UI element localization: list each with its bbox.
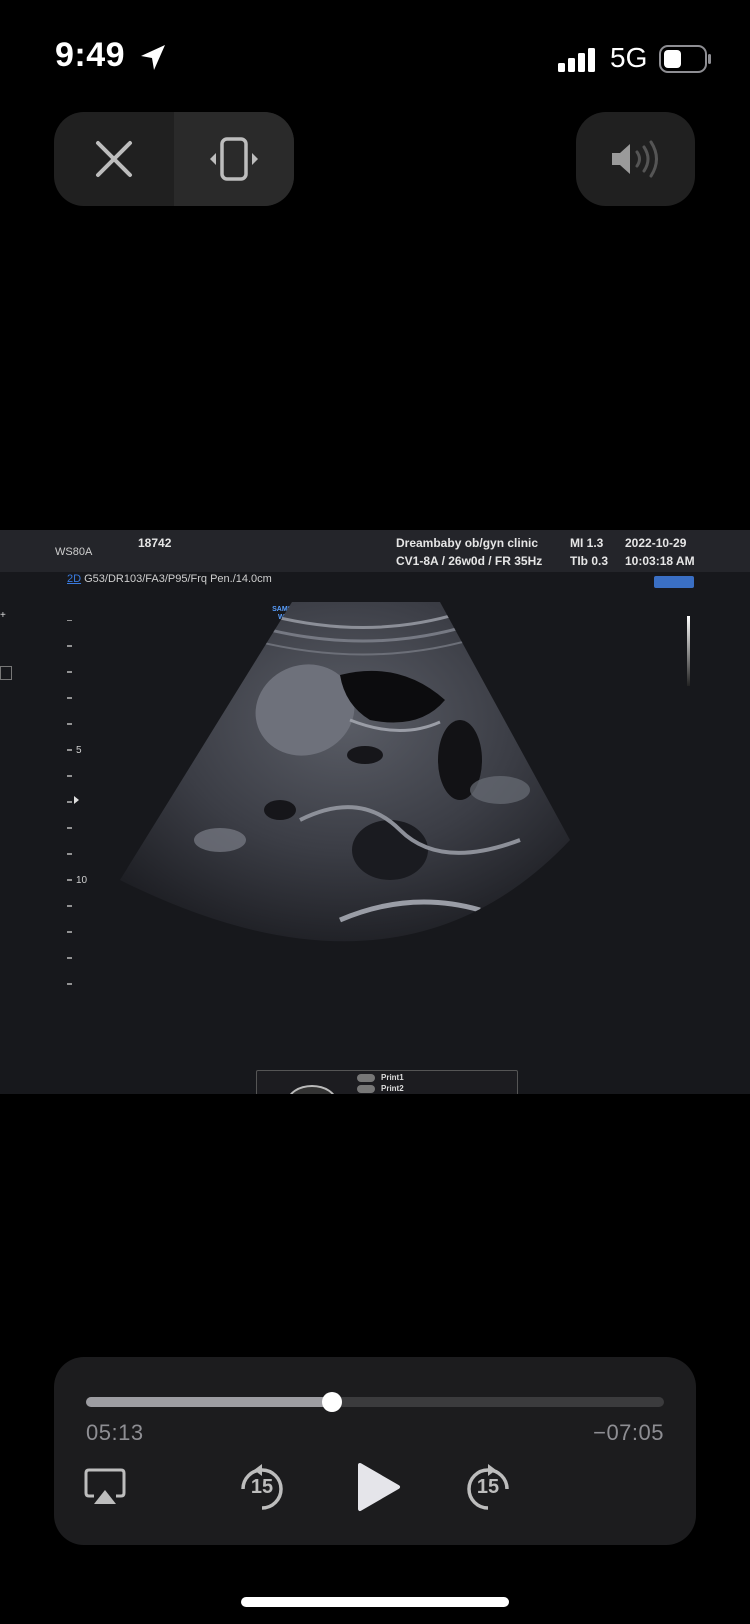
remaining-time: −07:05: [593, 1420, 664, 1445]
depth-scale: [67, 620, 79, 985]
network-type: 5G: [610, 42, 648, 73]
print-panel: Print1 Print2: [256, 1070, 518, 1094]
orientation-button[interactable]: [174, 112, 294, 206]
airplay-button[interactable]: [80, 1466, 130, 1510]
tib-value: TIb 0.3: [570, 554, 609, 568]
device-model: WS80A: [55, 546, 93, 558]
play-icon: [358, 1463, 400, 1511]
airplay-icon: [84, 1468, 126, 1504]
skip-back-amount: 15: [250, 1476, 274, 1498]
mi-value: MI 1.3: [570, 536, 604, 550]
probe-status-icons: [654, 576, 694, 588]
probe-info: CV1-8A / 26w0d / FR 35Hz: [396, 554, 543, 568]
volume-button[interactable]: [576, 112, 695, 206]
scan-date: 2022-10-29: [625, 536, 687, 550]
home-indicator[interactable]: [241, 1597, 509, 1607]
skip-forward-amount: 15: [476, 1476, 500, 1498]
rotate-device-icon: [210, 137, 258, 181]
print1-label: Print1: [381, 1073, 404, 1082]
left-edge-marker: +: [0, 610, 6, 621]
close-icon: [96, 141, 132, 177]
play-button[interactable]: [350, 1456, 406, 1518]
ultrasound-video-frame[interactable]: WS80A 18742 Dreambaby ob/gyn clinic CV1-…: [0, 530, 750, 1094]
mode-label: 2D: [67, 573, 82, 585]
close-button[interactable]: [54, 112, 174, 206]
depth-label-10: 10: [76, 875, 88, 886]
patient-id: 18742: [138, 536, 172, 550]
gray-scale-bar: [687, 616, 690, 686]
print1-key: [357, 1074, 375, 1082]
print2-key: [357, 1085, 375, 1093]
skip-back-button[interactable]: 15: [234, 1460, 290, 1516]
player-top-controls: [54, 112, 294, 206]
left-edge-box: [0, 666, 12, 680]
elapsed-time: 05:13: [86, 1420, 144, 1445]
speaker-muted-icon: [611, 140, 658, 178]
location-arrow-icon: [141, 45, 165, 70]
ultrasound-image: [120, 602, 570, 942]
skip-forward-button[interactable]: 15: [460, 1460, 516, 1516]
probe-thumbnail: [287, 1085, 337, 1094]
status-time: 9:49: [55, 36, 126, 74]
scan-params: 2D G53/DR103/FA3/P95/Frq Pen./14.0cm: [67, 573, 272, 585]
print2-label: Print2: [381, 1084, 404, 1093]
battery-icon: [659, 45, 711, 73]
params-text: G53/DR103/FA3/P95/Frq Pen./14.0cm: [84, 573, 272, 585]
depth-label-5: 5: [76, 745, 82, 756]
progress-fill: [86, 1397, 333, 1407]
clinic-name: Dreambaby ob/gyn clinic: [396, 536, 539, 550]
cellular-signal-icon: [558, 48, 595, 72]
scan-time: 10:03:18 AM: [625, 554, 695, 568]
